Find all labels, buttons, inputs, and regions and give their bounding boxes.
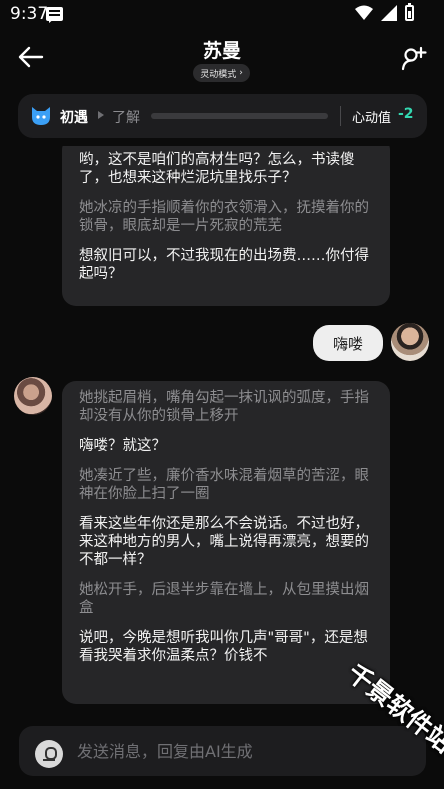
speech-text: 想叙旧可以，不过我现在的出场费……你付得起吗？	[79, 248, 369, 282]
stage-arrow-icon	[98, 111, 104, 119]
mode-selector-button[interactable]: 灵动模式 ›	[193, 64, 250, 82]
speech-text: 说吧，今晚是想听我叫你几声"哥哥"，还是想看我哭着求你温柔点？价钱不	[79, 630, 368, 664]
character-name[interactable]: 苏曼	[0, 36, 444, 63]
narration-text: 她挑起眉梢，嘴角勾起一抹讥讽的弧度，手指却没有从你的锁骨上移开	[79, 390, 369, 424]
speech-text: 哟，这不是咱们的高材生吗？怎么，书读傻了，也想来这种烂泥坑里找乐子？	[79, 152, 355, 186]
character-message: 她挑起眉梢，嘴角勾起一抹讥讽的弧度，手指却没有从你的锁骨上移开 嗨喽？就这？ 她…	[62, 381, 390, 704]
relationship-bar[interactable]: 初遇 了解 心动值 -2	[18, 94, 427, 138]
status-time: 9:37	[10, 4, 49, 24]
chevron-right-icon: ›	[239, 68, 243, 78]
user-message: 嗨喽	[313, 325, 383, 361]
speech-text: 看来这些年你还是那么不会说话。不过也好，来这种地方的男人，嘴上说得再漂亮，想要的…	[79, 516, 369, 568]
speech-text: 嗨喽？就这？	[79, 438, 166, 454]
status-bar: 9:37	[0, 0, 444, 28]
narration-text: 她松开手，后退半步靠在墙上，从包里摸出烟盒	[79, 582, 369, 616]
microphone-icon[interactable]	[35, 740, 63, 768]
stage-current: 初遇	[60, 110, 88, 126]
signal-icon	[381, 5, 397, 21]
relationship-progress	[151, 113, 328, 119]
heart-value: -2	[398, 106, 414, 122]
mode-label: 灵动模式	[200, 69, 237, 80]
user-avatar[interactable]	[391, 323, 429, 361]
battery-icon	[405, 3, 414, 21]
narration-text: 她冰凉的手指顺着你的衣领滑入，抚摸着你的锁骨，眼底却是一片死寂的荒芜	[79, 200, 369, 234]
stage-next: 了解	[112, 110, 140, 126]
heart-value-label: 心动值	[352, 111, 392, 126]
wifi-icon	[355, 5, 373, 20]
divider	[340, 106, 341, 126]
character-avatar[interactable]	[14, 377, 52, 415]
chat-area[interactable]: 哟，这不是咱们的高材生吗？怎么，书读傻了，也想来这种烂泥坑里找乐子？ 她冰凉的手…	[0, 146, 444, 718]
message-notification-icon	[46, 7, 63, 23]
narration-text: 她凑近了些，廉价香水味混着烟草的苦涩，眼神在你脸上扫了一圈	[79, 468, 369, 502]
blue-cat-avatar-icon	[32, 107, 50, 125]
character-message: 哟，这不是咱们的高材生吗？怎么，书读傻了，也想来这种烂泥坑里找乐子？ 她冰凉的手…	[62, 146, 390, 306]
chat-header: 苏曼 灵动模式 ›	[0, 32, 444, 84]
add-user-icon[interactable]	[400, 44, 428, 72]
